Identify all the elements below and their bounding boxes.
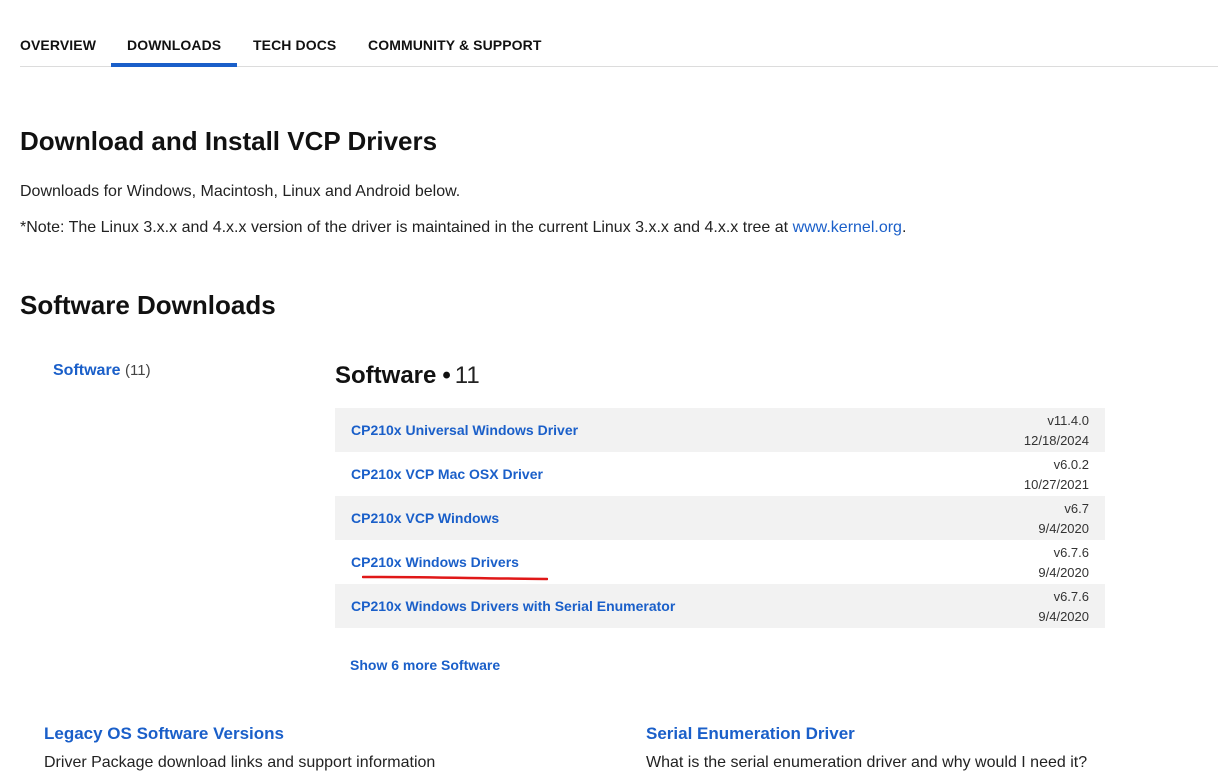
software-link[interactable]: CP210x VCP Mac OSX Driver [351,466,543,482]
show-more-software-link[interactable]: Show 6 more Software [350,657,500,673]
software-row: CP210x Universal Windows Driver v11.4.0 … [335,408,1105,452]
linux-note: *Note: The Linux 3.x.x and 4.x.x version… [20,219,906,237]
software-date: 12/18/2024 [1023,433,1089,448]
software-row: CP210x VCP Mac OSX Driver v6.0.2 10/27/2… [335,452,1105,496]
software-list-header: Software • 11 [335,362,480,390]
software-version: v6.7.6 [1053,545,1089,560]
software-list: CP210x Universal Windows Driver v11.4.0 … [335,408,1105,628]
software-filter-count: (11) [125,362,151,379]
software-version: v6.7.6 [1053,589,1089,604]
software-version: v6.0.2 [1053,457,1089,472]
software-filter-link[interactable]: Software [53,362,121,379]
software-date: 9/4/2020 [1038,565,1089,580]
tab-tech-docs[interactable]: TECH DOCS [253,0,336,66]
software-row: CP210x Windows Drivers with Serial Enume… [335,584,1105,628]
software-link[interactable]: CP210x Windows Drivers [351,554,519,570]
serial-enumeration-description: What is the serial enumeration driver an… [646,754,1088,771]
separator-dot: • [442,362,451,389]
linux-note-text: *Note: The Linux 3.x.x and 4.x.x version… [20,219,793,236]
intro-text: Downloads for Windows, Macintosh, Linux … [20,183,461,200]
software-downloads-heading: Software Downloads [20,290,276,320]
tab-bar: OVERVIEW DOWNLOADS TECH DOCS COMMUNITY &… [20,0,1218,67]
software-version: v6.7 [1064,501,1089,516]
software-link[interactable]: CP210x VCP Windows [351,510,499,526]
software-list-title: Software [335,362,437,389]
software-date: 9/4/2020 [1038,521,1089,536]
software-link[interactable]: CP210x Universal Windows Driver [351,422,578,438]
kernel-org-link[interactable]: www.kernel.org [793,219,902,236]
tab-overview[interactable]: OVERVIEW [20,0,96,66]
software-date: 10/27/2021 [1023,477,1089,492]
linux-note-suffix: . [901,219,907,236]
tab-community-support[interactable]: COMMUNITY & SUPPORT [368,0,542,66]
page-title: Download and Install VCP Drivers [20,126,438,156]
red-underline-annotation [362,575,548,581]
legacy-os-software-link[interactable]: Legacy OS Software Versions [44,724,284,744]
software-row: CP210x VCP Windows v6.7 9/4/2020 [335,496,1105,540]
serial-enumeration-link[interactable]: Serial Enumeration Driver [646,724,855,744]
software-filter: Software (11) [53,362,151,380]
legacy-os-description: Driver Package download links and suppor… [44,754,436,771]
software-list-count: 11 [454,362,480,389]
software-version: v11.4.0 [1047,413,1089,428]
software-link[interactable]: CP210x Windows Drivers with Serial Enume… [351,598,675,614]
software-date: 9/4/2020 [1038,609,1089,624]
tab-downloads[interactable]: DOWNLOADS [110,0,238,67]
